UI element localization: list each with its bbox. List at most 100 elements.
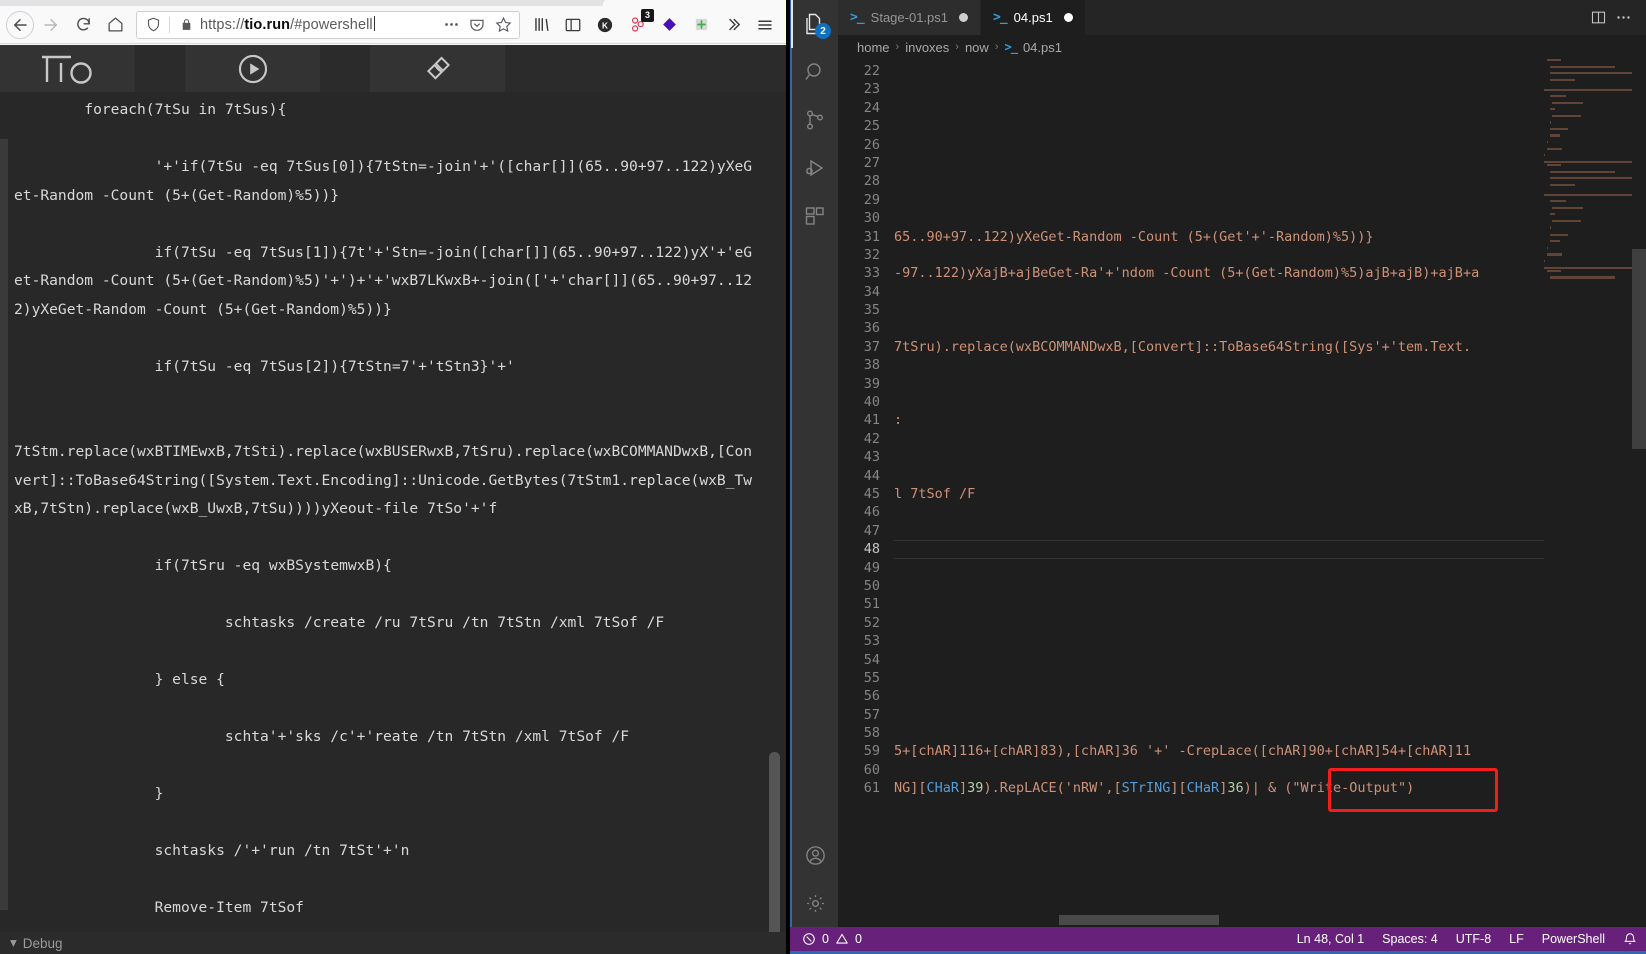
code-line[interactable] — [894, 724, 1646, 742]
editor-horizontal-scrollbar[interactable] — [894, 915, 1536, 927]
status-bar-cursor-position[interactable]: Ln 48, Col 1 — [1288, 927, 1373, 951]
code-line[interactable] — [894, 375, 1646, 393]
code-line[interactable] — [894, 80, 1646, 98]
code-line[interactable]: 65..90+97..122)yXeGet-Random -Count (5+(… — [894, 228, 1646, 246]
editor-tab-stage-01[interactable]: >_ Stage-01.ps1 — [838, 0, 981, 35]
tio-scrollbar-thumb[interactable] — [769, 752, 780, 954]
code-line[interactable] — [894, 393, 1646, 411]
tio-code-text[interactable]: foreach(7tSu in 7tSus){ '+'if(7tSu -eq 7… — [8, 92, 762, 932]
forward-button[interactable] — [36, 10, 66, 40]
activity-bar-item-accounts[interactable] — [791, 831, 839, 879]
code-line[interactable] — [894, 154, 1646, 172]
code-line[interactable]: 5+[chAR]116+[chAR]83),[chAR]36 '+' -Crep… — [894, 742, 1646, 760]
url-bar[interactable]: https://tio.run/#powershell — [136, 10, 520, 39]
status-bar-eol[interactable]: LF — [1500, 927, 1533, 951]
status-bar-notifications[interactable] — [1614, 927, 1646, 951]
home-button[interactable] — [100, 10, 130, 40]
activity-bar-item-source-control[interactable] — [791, 96, 839, 144]
status-bar-indentation[interactable]: Spaces: 4 — [1373, 927, 1447, 951]
reload-button[interactable] — [68, 10, 98, 40]
code-line[interactable]: -97..122)yXajB+ajBeGet-Ra'+'ndom -Count … — [894, 264, 1646, 282]
code-line[interactable] — [894, 687, 1646, 705]
code-line[interactable] — [894, 669, 1646, 687]
tio-footer[interactable]: ▾ Debug — [0, 932, 786, 954]
dirty-indicator[interactable] — [1063, 13, 1073, 22]
code-content[interactable]: 65..90+97..122)yXeGet-Random -Count (5+(… — [894, 59, 1646, 927]
code-line[interactable] — [894, 301, 1646, 319]
tio-link-button[interactable] — [370, 45, 505, 92]
add-extension-button[interactable] — [686, 10, 716, 40]
code-line[interactable]: : — [894, 411, 1646, 429]
status-bar-language-mode[interactable]: PowerShell — [1533, 927, 1614, 951]
code-line[interactable]: 7tSru).replace(wxBCOMMANDwxB,[Convert]::… — [894, 338, 1646, 356]
tio-logo-button[interactable] — [0, 45, 135, 92]
more-actions-button[interactable] — [1615, 9, 1632, 26]
activity-bar-item-search[interactable] — [791, 48, 839, 96]
breadcrumb-item-file[interactable]: 04.ps1 — [1023, 40, 1062, 55]
editor-tab-04[interactable]: >_ 04.ps1 — [981, 0, 1086, 35]
code-line[interactable] — [894, 448, 1646, 466]
padlock-icon[interactable] — [174, 13, 198, 37]
back-button[interactable] — [6, 10, 34, 39]
code-line[interactable] — [894, 559, 1646, 577]
code-line[interactable] — [894, 136, 1646, 154]
status-bar-encoding[interactable]: UTF-8 — [1447, 927, 1500, 951]
code-line[interactable] — [894, 319, 1646, 337]
library-button[interactable] — [526, 10, 556, 40]
code-line[interactable] — [894, 595, 1646, 613]
molecule-extension-button[interactable]: 3 — [622, 8, 654, 40]
code-line[interactable] — [894, 651, 1646, 669]
code-line[interactable] — [894, 209, 1646, 227]
code-line[interactable]: NG][CHaR]39).RepLACE('nRW',[STrING][CHaR… — [894, 779, 1646, 797]
dirty-indicator[interactable] — [959, 13, 968, 22]
code-line[interactable] — [894, 522, 1646, 540]
code-line[interactable] — [894, 761, 1646, 779]
tio-run-button[interactable] — [185, 45, 320, 92]
tab-strip-tab[interactable] — [603, 0, 786, 6]
code-line[interactable] — [894, 99, 1646, 117]
code-line[interactable] — [894, 614, 1646, 632]
split-editor-button[interactable] — [1590, 9, 1607, 26]
activity-bar-item-extensions[interactable] — [791, 192, 839, 240]
activity-bar-item-explorer[interactable]: 2 — [791, 0, 839, 48]
app-menu-button[interactable] — [750, 10, 780, 40]
code-line[interactable] — [894, 283, 1646, 301]
code-line[interactable] — [894, 246, 1646, 264]
code-line[interactable] — [894, 191, 1646, 209]
page-actions-button[interactable] — [439, 13, 463, 37]
editor-vertical-scrollbar[interactable] — [1632, 59, 1646, 927]
code-line[interactable] — [894, 430, 1646, 448]
breadcrumb-item-invoxes[interactable]: invoxes — [905, 40, 949, 55]
tio-editor-left-strip — [0, 139, 8, 910]
code-line[interactable]: l 7tSof /F — [894, 485, 1646, 503]
code-editor[interactable]: 22 23 24 25 26 27 28 29 30 31 32 33 34 35 36 37 38 39 40 41… — [838, 59, 1646, 927]
breadcrumb-item-now[interactable]: now — [965, 40, 989, 55]
pocket-icon[interactable] — [465, 13, 489, 37]
code-line[interactable] — [894, 172, 1646, 190]
minimap[interactable] — [1544, 59, 1632, 927]
breadcrumb-item-home[interactable]: home — [857, 40, 890, 55]
code-line[interactable] — [894, 62, 1646, 80]
kaspersky-extension-button[interactable]: K — [590, 10, 620, 40]
diamond-extension-button[interactable] — [654, 10, 684, 40]
shield-icon[interactable] — [141, 13, 165, 37]
code-line[interactable] — [894, 356, 1646, 374]
activity-bar-item-manage[interactable] — [791, 879, 839, 927]
sidebar-button[interactable] — [558, 10, 588, 40]
editor-scrollbar-thumb[interactable] — [1632, 249, 1646, 449]
url-text[interactable]: https://tio.run/#powershell — [200, 16, 437, 33]
line-number: 61 — [863, 780, 880, 797]
code-line[interactable] — [894, 706, 1646, 724]
activity-bar-item-run-and-debug[interactable] — [791, 144, 839, 192]
code-line[interactable] — [894, 577, 1646, 595]
code-line[interactable] — [894, 503, 1646, 521]
code-line[interactable] — [894, 117, 1646, 135]
editor-hscrollbar-thumb[interactable] — [1059, 915, 1219, 925]
bookmark-star-icon[interactable] — [491, 13, 515, 37]
code-line[interactable] — [894, 467, 1646, 485]
status-bar-problems[interactable]: 0 0 — [790, 932, 862, 946]
breadcrumb-separator: › — [955, 41, 959, 53]
code-line[interactable] — [894, 632, 1646, 650]
overflow-button[interactable] — [718, 10, 748, 40]
play-circle-icon — [238, 54, 267, 83]
